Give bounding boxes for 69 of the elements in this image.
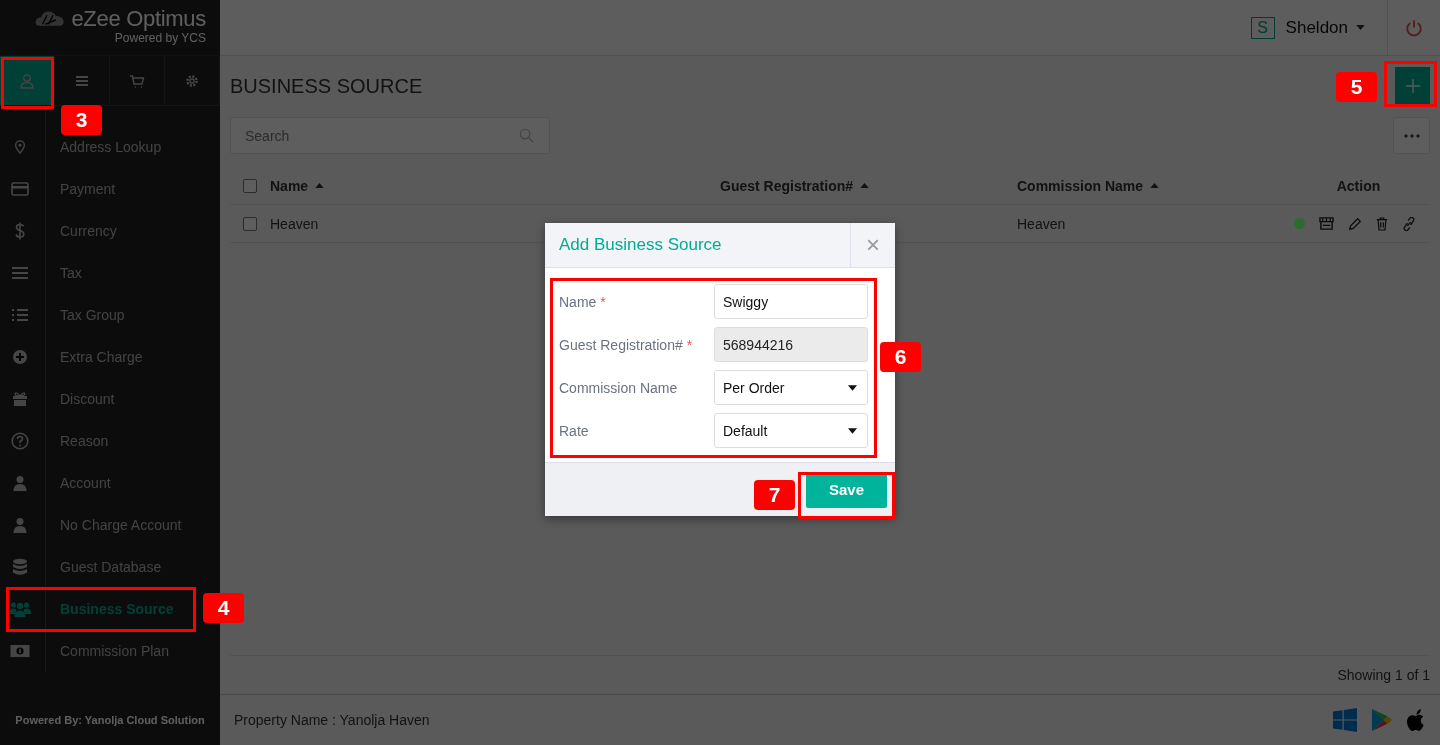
add-button[interactable] [1395,67,1430,105]
question-icon [11,432,29,450]
play-store-icon[interactable] [1371,708,1393,732]
search-icon [519,128,534,143]
brand-name: eZee Optimus [71,6,206,32]
sort-icon[interactable] [1150,183,1160,188]
user-avatar: S [1250,16,1275,39]
sort-icon[interactable] [860,183,870,188]
select-all-checkbox[interactable] [243,178,257,193]
link-icon[interactable] [1402,216,1416,231]
table-cell: Heaven [270,215,319,232]
plus-icon [1404,78,1421,94]
field-label: Guest Registration# [559,336,683,353]
store-icon[interactable] [1319,216,1334,231]
highlight-frame [1,57,54,109]
brand-tagline: Powered by YCS [114,31,206,45]
page-title: BUSINESS SOURCE [230,74,423,98]
property-name: Property Name : Yanolja Haven [234,712,430,728]
more-icon [1403,133,1420,138]
edit-icon[interactable] [1348,216,1362,231]
column-header[interactable]: Name [270,177,309,194]
row-checkbox[interactable] [243,216,257,231]
dollar-icon [15,222,25,240]
required-mark: * [600,293,606,310]
caret-icon [1356,25,1365,30]
field-label: Name [559,293,597,310]
gift-icon [12,391,28,407]
person-icon [13,475,27,491]
step-badge: 7 [754,480,795,510]
person-icon [13,517,27,533]
people-group-icon [9,601,31,617]
user-icon [19,72,35,89]
column-header[interactable]: Action [1336,177,1381,194]
step-badge: 5 [1336,72,1377,102]
pagination-info: Showing 1 of 1 [1337,667,1430,683]
close-button[interactable]: × [850,223,895,267]
lines-icon [11,266,29,280]
cart-icon [129,72,145,89]
caret-icon [848,427,857,434]
caret-icon [848,384,857,391]
credit-card-icon [11,182,29,196]
field-label: Rate [559,422,589,439]
powered-by-text: Powered By: Yanolja Cloud Solution [15,714,205,726]
input-field[interactable]: Swiggy [714,284,868,319]
plus-circle-icon [12,349,28,365]
table-cell: Heaven [1017,215,1066,232]
column-header[interactable]: Guest Registration# [720,177,854,194]
dialog-title: Add Business Source [558,235,723,255]
windows-icon[interactable] [1333,708,1357,732]
field-label: Commission Name [559,379,678,396]
more-options-button[interactable] [1393,117,1430,154]
step-badge: 6 [880,342,921,372]
highlight-frame [1384,61,1437,107]
column-header[interactable]: Commission Name [1017,177,1144,194]
apple-icon[interactable] [1407,708,1426,732]
banknote-icon [10,644,30,658]
list-icon [11,308,29,322]
step-badge: 4 [203,593,244,623]
database-icon [12,558,28,576]
dropdown[interactable]: Per Order [714,370,868,405]
location-pin-icon [13,139,27,155]
delete-icon[interactable] [1376,216,1388,231]
required-mark: * [686,336,693,353]
user-menu[interactable]: Sheldon [1285,17,1365,38]
sort-icon[interactable] [315,183,325,188]
step-badge: 3 [61,105,102,135]
power-icon [1405,18,1423,37]
settings-icon [184,72,200,89]
dropdown[interactable]: Default [714,413,868,448]
